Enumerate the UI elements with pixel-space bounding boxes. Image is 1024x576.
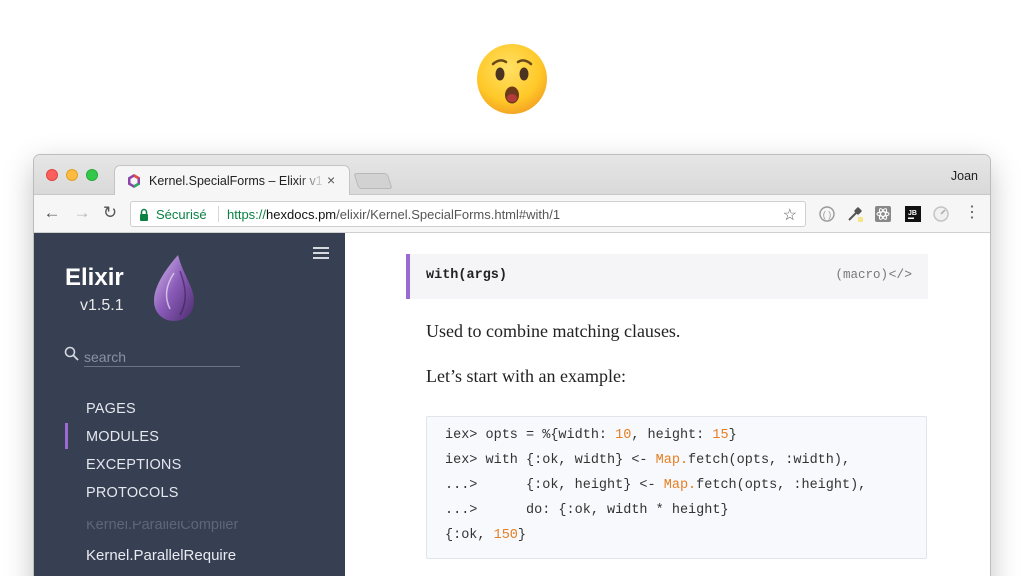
view-source-icon[interactable]: </> [889, 267, 912, 282]
hamburger-menu-icon[interactable] [313, 247, 329, 259]
project-name[interactable]: Elixir [65, 264, 124, 292]
code-token: Map. [655, 453, 689, 468]
browser-menu-icon[interactable]: ⋮ [964, 203, 980, 223]
project-version: v1.5.1 [80, 297, 124, 314]
browser-window: Kernel.SpecialForms – Elixir v1 × Joan ←… [34, 155, 990, 576]
code-token: {:ok, [445, 528, 494, 543]
browser-toolbar: ← → ↻ Sécurisé https://hexdocs.pm/elixir… [34, 195, 990, 233]
code-example: iex> opts = %{width: 10, height: 15} iex>… [426, 416, 927, 559]
code-token: ...> do: {:ok, width * height} [445, 503, 729, 518]
extension-circle-icon[interactable]: ( ) [818, 205, 836, 223]
function-kind-label: (macro) [835, 268, 888, 282]
jetbrains-icon[interactable]: JB [904, 205, 922, 223]
nav-active-indicator [65, 423, 68, 449]
sidebar-item-modules[interactable]: MODULES [86, 429, 181, 457]
docs-sidebar: Elixir v1.5.1 search PAGES MODULES EXCEP… [34, 233, 345, 576]
reload-icon[interactable]: ↻ [100, 203, 120, 223]
hushed-face-emoji [477, 44, 547, 114]
url-scheme: https:// [227, 207, 267, 222]
code-token: ...> {:ok, height} <- [445, 478, 664, 493]
url-separator [218, 206, 219, 222]
code-token: iex> with {:ok, width} <- [445, 453, 656, 468]
url-host: hexdocs.pm [266, 207, 337, 222]
react-devtools-icon[interactable] [874, 205, 892, 223]
extension-dial-icon[interactable] [932, 205, 950, 223]
elixir-logo-icon [154, 255, 194, 321]
code-token: 10 [615, 428, 632, 443]
sidebar-nav: PAGES MODULES EXCEPTIONS PROTOCOLS [86, 401, 181, 513]
window-minimize-button[interactable] [66, 169, 78, 181]
tab-close-icon[interactable]: × [327, 172, 335, 188]
forward-arrow-icon[interactable]: → [72, 203, 92, 223]
window-maximize-button[interactable] [86, 169, 98, 181]
security-label: Sécurisé [156, 207, 207, 222]
code-token: Map. [663, 478, 697, 493]
page-content: Elixir v1.5.1 search PAGES MODULES EXCEP… [34, 233, 990, 576]
code-token: fetch(opts, :height), [696, 478, 867, 493]
sidebar-module-item[interactable]: Kernel.ParallelRequire [86, 547, 236, 564]
svg-text:JB: JB [908, 210, 917, 217]
function-detail-header: with(args) (macro) </> [406, 254, 928, 299]
code-token: } [728, 428, 737, 443]
sidebar-item-exceptions[interactable]: EXCEPTIONS [86, 457, 181, 485]
search-input[interactable] [84, 347, 240, 367]
new-tab-button[interactable] [353, 173, 393, 189]
doc-paragraph: Used to combine matching clauses. [426, 321, 681, 341]
code-token: fetch(opts, :width), [688, 453, 851, 468]
code-token: 150 [493, 528, 518, 543]
tab-title: Kernel.SpecialForms – Elixir v1 [149, 174, 323, 188]
code-token: } [517, 528, 527, 543]
sidebar-module-item-faded[interactable]: Kernel.ParallelCompiler [86, 521, 238, 533]
address-bar[interactable]: Sécurisé https://hexdocs.pm/elixir/Kerne… [130, 201, 806, 227]
lock-icon [140, 208, 148, 221]
code-line: ...> do: {:ok, width * height} [445, 503, 926, 528]
window-close-button[interactable] [46, 169, 58, 181]
sidebar-item-protocols[interactable]: PROTOCOLS [86, 485, 181, 513]
search-icon [64, 346, 79, 361]
code-token: 15 [712, 428, 729, 443]
url-text[interactable]: https://hexdocs.pm/elixir/Kernel.Special… [227, 207, 560, 222]
eyedropper-icon[interactable] [846, 205, 864, 223]
code-line: ...> {:ok, height} <- Map.fetch(opts, :h… [445, 478, 926, 503]
code-token: , height: [631, 428, 713, 443]
browser-tab-active[interactable]: Kernel.SpecialForms – Elixir v1 × [114, 165, 350, 196]
bookmark-star-icon[interactable]: ☆ [783, 205, 797, 225]
profile-name[interactable]: Joan [951, 169, 978, 183]
url-path: /elixir/Kernel.SpecialForms.html#with/1 [336, 207, 561, 222]
code-line: {:ok, 150} [445, 528, 926, 553]
browser-titlebar: Kernel.SpecialForms – Elixir v1 × Joan [34, 155, 990, 196]
svg-text:( ): ( ) [823, 210, 832, 220]
code-line: iex> opts = %{width: 10, height: 15} [445, 428, 926, 453]
sidebar-item-pages[interactable]: PAGES [86, 401, 181, 429]
code-line: iex> with {:ok, width} <- Map.fetch(opts… [445, 453, 926, 478]
function-signature[interactable]: with(args) [426, 268, 507, 283]
hexdocs-favicon-icon [128, 174, 140, 188]
code-token: iex> opts = %{width: [445, 428, 616, 443]
back-arrow-icon[interactable]: ← [42, 203, 62, 223]
docs-main: with(args) (macro) </> Used to combine m… [345, 233, 990, 576]
doc-paragraph: Let’s start with an example: [426, 366, 626, 386]
